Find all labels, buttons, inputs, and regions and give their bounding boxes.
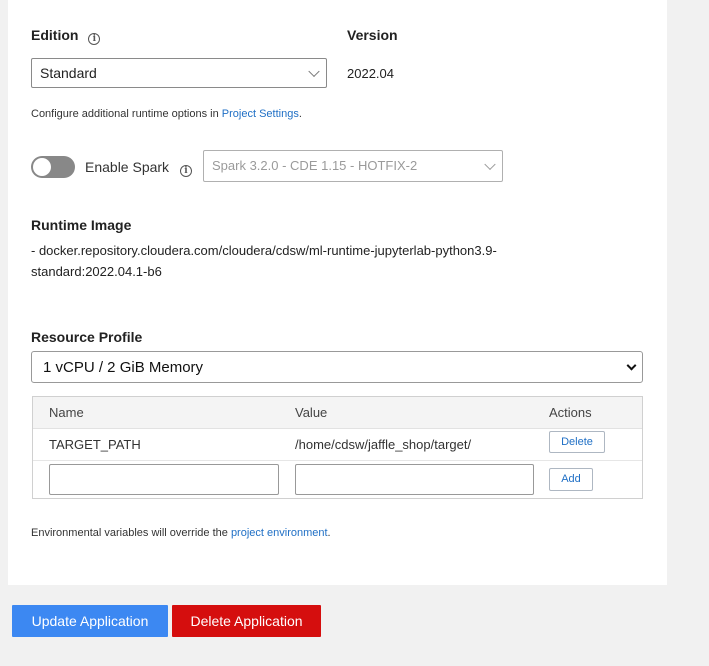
chevron-down-icon [626,360,637,371]
runtime-image-label: Runtime Image [31,217,132,233]
enable-spark-toggle[interactable] [31,156,75,178]
runtime-options-hint: Configure additional runtime options in … [31,108,302,120]
add-env-button[interactable]: Add [549,468,593,491]
new-env-name-input[interactable] [49,464,279,495]
chevron-down-icon [484,158,496,171]
row-divider [33,460,642,461]
resource-profile-select[interactable]: 1 vCPU / 2 GiB Memory [31,351,643,383]
env-variables-table: Name Value Actions TARGET_PATH /home/cds… [32,396,643,499]
project-settings-link[interactable]: Project Settings [222,108,299,120]
info-icon[interactable]: i [88,33,101,45]
delete-env-button[interactable]: Delete [549,431,605,453]
toggle-knob [33,158,51,176]
resource-profile-label: Resource Profile [31,329,143,345]
edition-select[interactable]: Standard [31,58,327,88]
column-header-actions: Actions [549,405,592,420]
env-row-value: /home/cdsw/jaffle_shop/target/ [295,437,472,452]
update-application-button[interactable]: Update Application [12,605,168,637]
info-icon[interactable]: i [179,165,192,177]
column-header-value: Value [295,405,328,420]
new-env-value-input[interactable] [295,464,534,495]
edition-label: Edition i [31,27,101,45]
version-value: 2022.04 [347,66,394,81]
spark-version-select[interactable]: Spark 3.2.0 - CDE 1.15 - HOTFIX-2 [203,150,503,182]
env-row-name: TARGET_PATH [49,437,141,452]
chevron-down-icon [308,65,320,78]
runtime-image-value: - docker.repository.cloudera.com/clouder… [31,243,497,279]
application-settings-panel: Edition i Version Standard 2022.04 Confi… [8,0,667,585]
project-environment-link[interactable]: project environment [231,527,328,539]
version-label: Version [347,27,398,43]
delete-application-button[interactable]: Delete Application [172,605,321,637]
env-override-hint: Environmental variables will override th… [31,527,331,539]
column-header-name: Name [49,405,84,420]
enable-spark-label: Enable Spark i [85,159,192,177]
